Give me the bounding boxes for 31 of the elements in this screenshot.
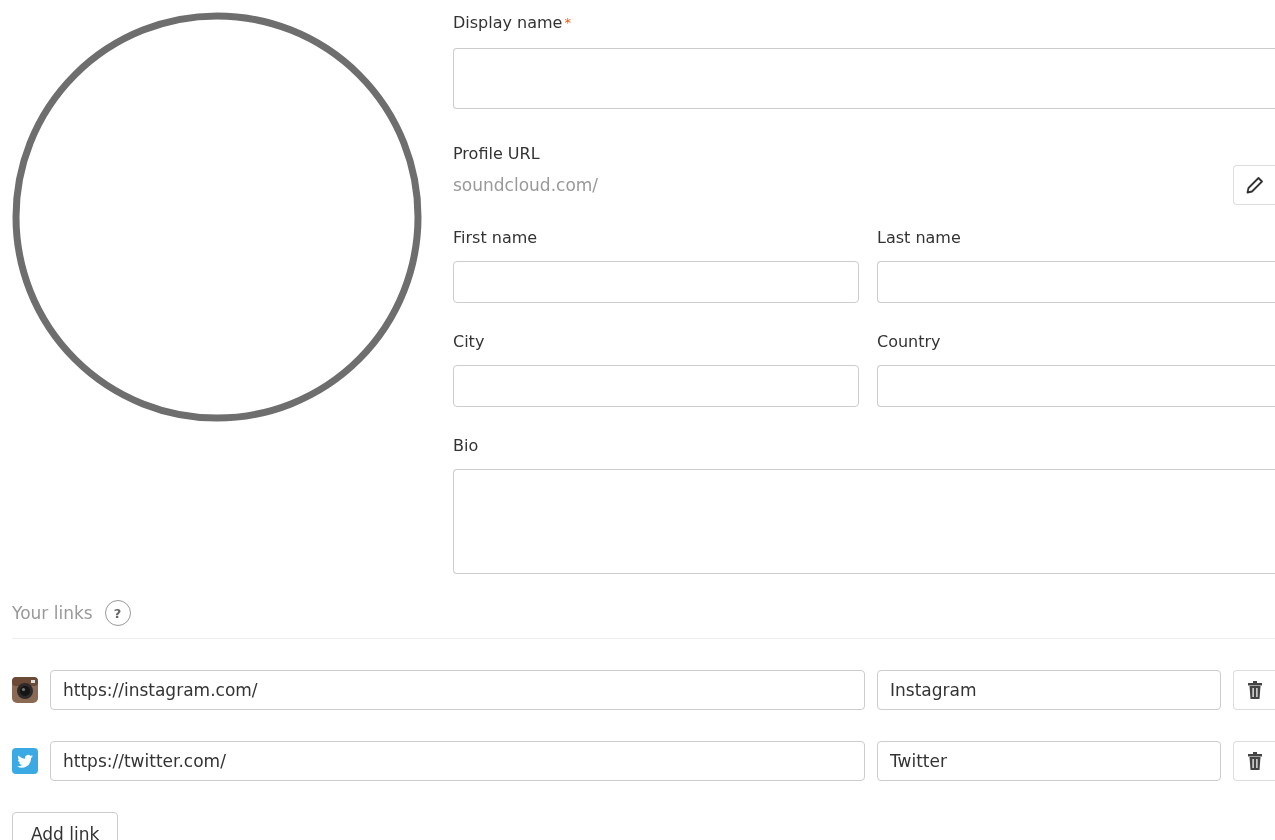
link-title-field[interactable]: Twitter bbox=[877, 741, 1221, 781]
pencil-icon bbox=[1245, 176, 1264, 194]
required-mark: * bbox=[564, 15, 571, 30]
text-field[interactable] bbox=[453, 261, 859, 303]
section-title: Your links bbox=[12, 603, 93, 623]
edit-button[interactable] bbox=[1233, 165, 1275, 205]
display-name-field[interactable] bbox=[453, 48, 1275, 109]
url-field[interactable]: https://instagram.com/ bbox=[50, 670, 865, 710]
url-field[interactable]: https://twitter.com/ bbox=[50, 741, 865, 781]
text-field[interactable] bbox=[877, 365, 1275, 407]
help-button[interactable]: ? bbox=[104, 600, 131, 626]
trash-icon bbox=[1247, 681, 1262, 699]
bird-icon bbox=[12, 748, 38, 774]
text-field[interactable] bbox=[877, 261, 1275, 303]
field-label: Country bbox=[877, 331, 942, 353]
field-label: Display name bbox=[453, 13, 563, 32]
camera-icon bbox=[12, 677, 38, 703]
bio-field[interactable] bbox=[453, 469, 1275, 574]
delete-button[interactable] bbox=[1233, 741, 1275, 781]
url-prefix: soundcloud.com/ bbox=[453, 175, 599, 195]
avatar-frame[interactable] bbox=[12, 12, 422, 422]
delete-button[interactable] bbox=[1233, 670, 1275, 710]
field-label: First name bbox=[453, 227, 539, 249]
add-link-button[interactable]: Add link bbox=[12, 812, 119, 840]
field-label: Last name bbox=[877, 227, 962, 249]
field-label: Profile URL bbox=[453, 143, 541, 165]
field-label: Bio bbox=[453, 435, 480, 457]
field-label: City bbox=[453, 331, 486, 353]
trash-icon bbox=[1247, 752, 1262, 770]
text-field[interactable] bbox=[453, 365, 859, 407]
link-title-field[interactable]: Instagram bbox=[877, 670, 1221, 710]
